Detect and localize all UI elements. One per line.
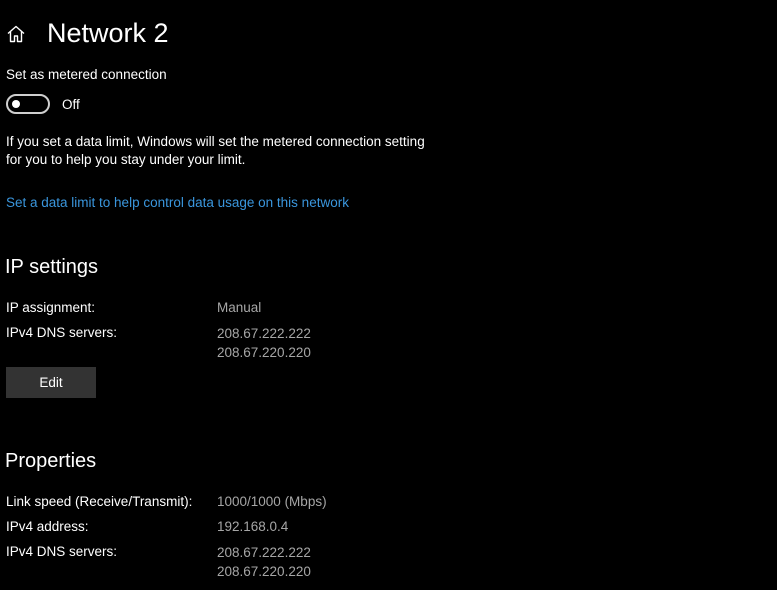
home-icon[interactable] (6, 24, 26, 44)
page-title: Network 2 (47, 18, 169, 48)
toggle-state-label: Off (62, 97, 80, 112)
ip-assignment-value: Manual (217, 300, 262, 315)
metered-connection-toggle[interactable] (6, 94, 50, 114)
metered-description: If you set a data limit, Windows will se… (6, 133, 476, 169)
ip-dns-servers-value: 208.67.222.222 208.67.220.220 (217, 324, 311, 362)
link-speed-label: Link speed (Receive/Transmit): (6, 494, 193, 509)
properties-dns-server-1: 208.67.222.222 (217, 545, 311, 560)
ipv4-address-label: IPv4 address: (6, 519, 89, 534)
link-speed-value: 1000/1000 (Mbps) (217, 494, 327, 509)
ip-dns-server-2: 208.67.220.220 (217, 345, 311, 360)
ip-dns-server-1: 208.67.222.222 (217, 326, 311, 341)
ipv4-address-value: 192.168.0.4 (217, 519, 289, 534)
properties-dns-servers-value: 208.67.222.222 208.67.220.220 (217, 543, 311, 581)
edit-button[interactable]: Edit (6, 367, 96, 398)
ip-assignment-label: IP assignment: (6, 300, 96, 315)
properties-dns-server-2: 208.67.220.220 (217, 564, 311, 579)
toggle-knob (12, 100, 20, 108)
ip-dns-servers-label: IPv4 DNS servers: (6, 325, 118, 340)
ip-settings-heading: IP settings (5, 256, 99, 278)
properties-heading: Properties (5, 450, 97, 472)
properties-dns-servers-label: IPv4 DNS servers: (6, 544, 118, 559)
metered-description-line-1: If you set a data limit, Windows will se… (6, 134, 425, 149)
data-limit-link[interactable]: Set a data limit to help control data us… (6, 194, 349, 212)
metered-description-line-2: for you to help you stay under your limi… (6, 152, 246, 167)
metered-connection-label: Set as metered connection (6, 67, 167, 82)
